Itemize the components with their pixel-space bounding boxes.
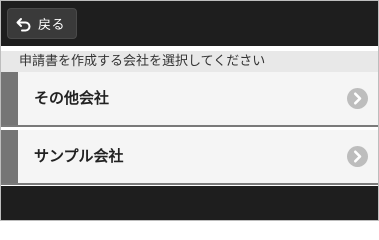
header-bar: 戻る	[1, 1, 378, 46]
company-item-label: その他会社	[34, 89, 110, 107]
company-list: その他会社 サンプル会社	[1, 72, 378, 185]
company-item-sample[interactable]: サンプル会社	[1, 130, 378, 185]
company-item-other[interactable]: その他会社	[1, 72, 378, 127]
chevron-right-icon	[347, 88, 368, 109]
footer-bar	[1, 186, 378, 220]
back-button-label: 戻る	[38, 18, 66, 33]
back-button[interactable]: 戻る	[7, 8, 77, 39]
instruction-text: 申請書を作成する会社を選択してください	[1, 51, 378, 72]
company-item-label: サンプル会社	[34, 147, 124, 165]
company-selection-panel: 申請書を作成する会社を選択してください その他会社 サンプル会社	[1, 46, 378, 186]
list-item-accent	[1, 130, 18, 183]
chevron-right-icon	[347, 146, 368, 167]
app-screen: 戻る 申請書を作成する会社を選択してください その他会社 サンプル会社	[0, 0, 379, 221]
back-arrow-icon	[15, 15, 33, 33]
list-item-accent	[1, 72, 18, 125]
